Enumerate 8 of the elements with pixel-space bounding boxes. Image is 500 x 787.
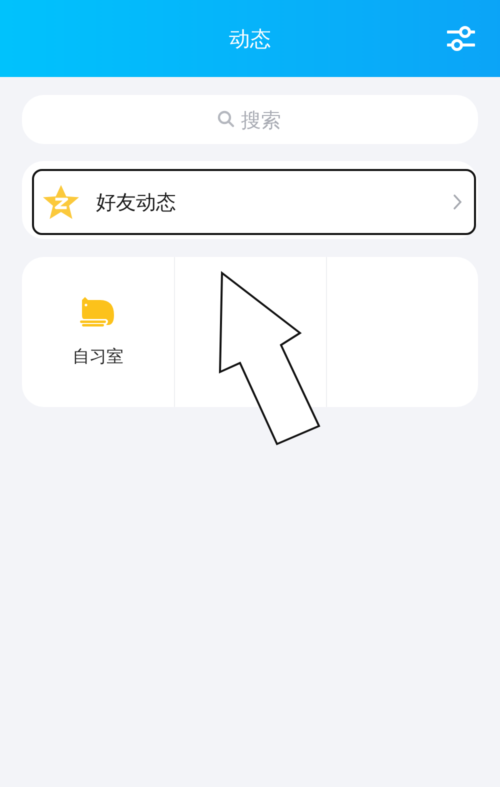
app-tile[interactable]: 自习室 <box>72 296 124 368</box>
cat-icon <box>80 296 116 326</box>
feed-list-item[interactable]: 好友动态 <box>32 169 476 235</box>
search-field[interactable]: 搜索 <box>22 95 478 144</box>
settings-icon[interactable] <box>447 26 475 52</box>
star-icon <box>42 184 80 220</box>
page-title: 动态 <box>229 26 271 52</box>
chevron-right-icon <box>453 194 462 210</box>
